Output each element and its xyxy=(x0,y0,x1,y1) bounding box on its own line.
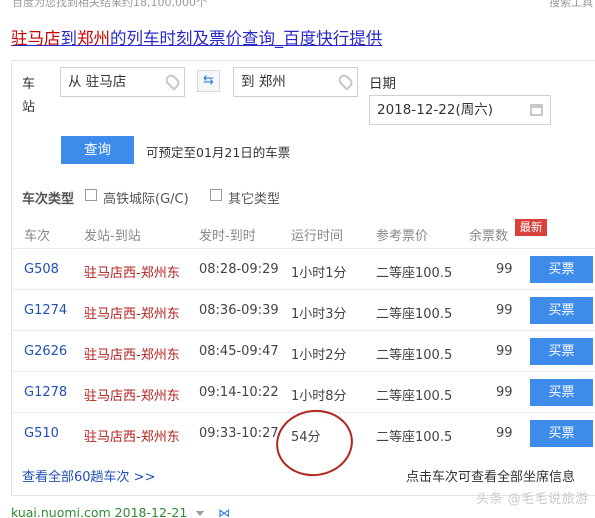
from-station-input[interactable]: 从 驻马店 xyxy=(60,67,185,97)
query-button[interactable]: 查询 xyxy=(61,136,134,164)
remaining-tickets: 99 xyxy=(496,344,513,359)
result-count-text: 百度为您找到相关结果约18,100,000个 xyxy=(12,0,207,8)
buy-ticket-button[interactable]: 买票 xyxy=(530,256,593,283)
ticket-price: 二等座100.5 xyxy=(376,307,453,322)
high-speed-checkbox[interactable] xyxy=(85,189,97,201)
bowtie-icon: ⋈ xyxy=(218,506,230,518)
header-train: 车次 xyxy=(24,229,51,244)
buy-ticket-button[interactable]: 买票 xyxy=(530,379,593,406)
train-number-link[interactable]: G508 xyxy=(24,262,59,277)
station-pair: 驻马店西-郑州东 xyxy=(84,307,180,322)
new-badge: 最新 xyxy=(515,219,547,236)
table-row: G1274 驻马店西-郑州东 08:36-09:39 1小时3分 二等座100.… xyxy=(12,289,595,330)
toutiao-watermark: 头条 @毛毛说旅游 xyxy=(476,492,589,507)
ticket-price: 二等座100.5 xyxy=(376,430,453,445)
depart-arrive-time: 08:28-09:29 xyxy=(199,262,279,277)
previous-result-cutoff: 百度为您找到相关结果约18,100,000个 搜索工具 xyxy=(0,0,595,8)
table-row: G1278 驻马店西-郑州东 09:14-10:22 1小时8分 二等座100.… xyxy=(12,371,595,412)
to-station-input[interactable]: 到 郑州 xyxy=(233,67,358,97)
other-type-option-label[interactable]: 其它类型 xyxy=(228,188,280,207)
header-stations: 发站-到站 xyxy=(84,229,141,244)
title-from-highlight: 驻马店 xyxy=(11,29,61,48)
run-duration: 1小时2分 xyxy=(291,348,347,363)
date-value: 2018-12-22(周六) xyxy=(377,102,493,118)
station-label: 车站 xyxy=(22,77,36,115)
dropdown-triangle-icon[interactable] xyxy=(196,511,204,516)
depart-arrive-time: 08:36-09:39 xyxy=(199,303,279,318)
ticket-price: 二等座100.5 xyxy=(376,266,453,281)
buy-ticket-button[interactable]: 买票 xyxy=(530,297,593,324)
title-mid: 到 xyxy=(60,29,78,48)
train-type-label: 车次类型 xyxy=(22,192,75,207)
result-title-link[interactable]: 驻马店到郑州的列车时刻及票价查询_百度快行提供 xyxy=(11,25,382,49)
remaining-tickets: 99 xyxy=(496,385,513,400)
location-pin-icon xyxy=(336,72,355,91)
header-duration: 运行时间 xyxy=(291,229,344,244)
search-tools-link[interactable]: 搜索工具 xyxy=(549,0,593,8)
station-pair: 驻马店西-郑州东 xyxy=(84,348,180,363)
high-speed-option-label[interactable]: 高铁城际(G/C) xyxy=(103,188,189,207)
date-label: 日期 xyxy=(369,76,396,92)
ticket-price: 二等座100.5 xyxy=(376,348,453,363)
buy-ticket-button[interactable]: 买票 xyxy=(530,338,593,365)
table-row: G2626 驻马店西-郑州东 08:45-09:47 1小时2分 二等座100.… xyxy=(12,330,595,371)
title-to-highlight: 郑州 xyxy=(77,29,110,48)
station-pair: 驻马店西-郑州东 xyxy=(84,266,180,281)
from-station-value: 从 驻马店 xyxy=(68,74,127,90)
train-number-link[interactable]: G510 xyxy=(24,426,59,441)
to-station-value: 到 郑州 xyxy=(241,74,286,90)
swap-arrows-icon[interactable]: ⇆ xyxy=(197,70,220,92)
calendar-icon xyxy=(530,104,543,116)
ticket-price: 二等座100.5 xyxy=(376,389,453,404)
view-all-trains-link[interactable]: 查看全部60趟车次 >> xyxy=(22,466,155,485)
station-pair: 驻马店西-郑州东 xyxy=(84,389,180,404)
presale-note: 可预定至01月21日的车票 xyxy=(146,145,291,160)
remaining-tickets: 99 xyxy=(496,262,513,277)
run-duration: 1小时3分 xyxy=(291,307,347,322)
run-duration: 1小时1分 xyxy=(291,266,347,281)
train-number-link[interactable]: G1278 xyxy=(24,385,67,400)
click-hint-text: 点击车次可查看全部坐席信息 xyxy=(406,470,576,485)
run-duration: 1小时8分 xyxy=(291,389,347,404)
source-url[interactable]: kuai.nuomi.com 2018-12-21 xyxy=(11,505,187,518)
depart-arrive-time: 09:14-10:22 xyxy=(199,385,279,400)
header-times: 发时-到时 xyxy=(199,229,256,244)
title-rest: 的列车时刻及票价查询_百度快行提供 xyxy=(110,29,383,48)
station-pair: 驻马店西-郑州东 xyxy=(84,430,180,445)
depart-arrive-time: 08:45-09:47 xyxy=(199,344,279,359)
remaining-tickets: 99 xyxy=(496,426,513,441)
buy-ticket-button[interactable]: 买票 xyxy=(530,420,593,447)
train-number-link[interactable]: G2626 xyxy=(24,344,67,359)
table-row: G508 驻马店西-郑州东 08:28-09:29 1小时1分 二等座100.5… xyxy=(12,248,595,289)
remaining-tickets: 99 xyxy=(496,303,513,318)
location-pin-icon xyxy=(163,72,182,91)
header-remaining: 余票数 xyxy=(469,229,509,244)
date-input[interactable]: 2018-12-22(周六) xyxy=(369,95,551,125)
header-price: 参考票价 xyxy=(376,229,429,244)
other-type-checkbox[interactable] xyxy=(210,189,222,201)
depart-arrive-time: 09:33-10:27 xyxy=(199,426,279,441)
train-number-link[interactable]: G1274 xyxy=(24,303,67,318)
